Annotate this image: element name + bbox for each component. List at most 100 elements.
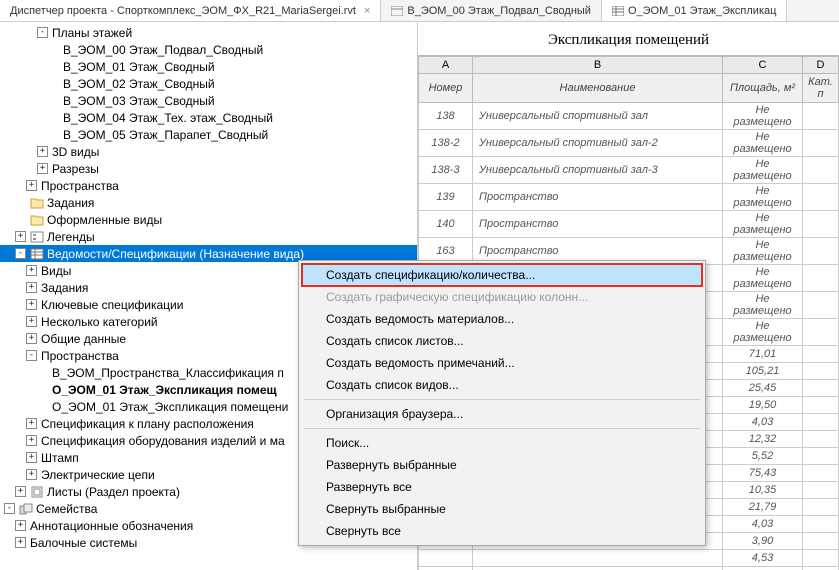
collapse-icon[interactable]: - — [15, 248, 26, 259]
menu-item[interactable]: Развернуть выбранные — [302, 454, 702, 476]
cell-number[interactable]: 138 — [419, 103, 473, 130]
cell-area[interactable]: Не размещено — [723, 265, 803, 292]
table-row[interactable]: 138Универсальный спортивный залНе размещ… — [419, 103, 839, 130]
cell-number[interactable]: 139 — [419, 184, 473, 211]
cell-area[interactable]: Не размещено — [723, 130, 803, 157]
table-row[interactable]: 140ПространствоНе размещено — [419, 211, 839, 238]
cell-number[interactable] — [419, 550, 473, 567]
cell-cat[interactable] — [803, 397, 839, 414]
tab-view-2[interactable]: О_ЭОМ_01 Этаж_Экспликац — [602, 0, 787, 21]
expand-icon[interactable]: + — [15, 520, 26, 531]
expand-icon[interactable]: + — [26, 333, 37, 344]
table-row[interactable]: 139ПространствоНе размещено — [419, 184, 839, 211]
close-icon[interactable]: × — [364, 5, 370, 17]
cell-area[interactable]: Не размещено — [723, 211, 803, 238]
expand-icon[interactable]: + — [15, 486, 26, 497]
col-letter[interactable]: D — [803, 57, 839, 74]
cell-cat[interactable] — [803, 448, 839, 465]
table-row[interactable]: 4,53 — [419, 550, 839, 567]
menu-item[interactable]: Организация браузера... — [302, 403, 702, 425]
cell-cat[interactable] — [803, 319, 839, 346]
tree-item[interactable]: +Легенды — [0, 228, 417, 245]
cell-area[interactable]: 5,52 — [723, 448, 803, 465]
cell-number[interactable]: 138-2 — [419, 130, 473, 157]
collapse-icon[interactable]: - — [26, 350, 37, 361]
cell-area[interactable]: 10,35 — [723, 482, 803, 499]
cell-cat[interactable] — [803, 431, 839, 448]
expand-icon[interactable]: + — [26, 316, 37, 327]
cell-cat[interactable] — [803, 184, 839, 211]
cell-cat[interactable] — [803, 346, 839, 363]
tree-item[interactable]: +Пространства — [0, 177, 417, 194]
menu-item[interactable]: Создать ведомость материалов... — [302, 308, 702, 330]
col-letter[interactable]: B — [473, 57, 723, 74]
cell-area[interactable]: Не размещено — [723, 184, 803, 211]
cell-number[interactable]: 138-3 — [419, 157, 473, 184]
cell-name[interactable]: Универсальный спортивный зал-2 — [473, 130, 723, 157]
cell-cat[interactable] — [803, 292, 839, 319]
expand-icon[interactable]: + — [26, 469, 37, 480]
cell-number[interactable]: 140 — [419, 211, 473, 238]
cell-area[interactable]: 4,03 — [723, 414, 803, 431]
expand-icon[interactable]: + — [26, 299, 37, 310]
col-header-area[interactable]: Площадь, м² — [723, 74, 803, 103]
tree-item[interactable]: В_ЭОМ_02 Этаж_Сводный — [0, 75, 417, 92]
cell-number[interactable] — [419, 567, 473, 570]
tab-view-1[interactable]: В_ЭОМ_00 Этаж_Подвал_Сводный — [381, 0, 602, 21]
expand-icon[interactable]: + — [15, 231, 26, 242]
menu-item[interactable]: Развернуть все — [302, 476, 702, 498]
cell-cat[interactable] — [803, 550, 839, 567]
cell-cat[interactable] — [803, 482, 839, 499]
menu-item[interactable]: Создать ведомость примечаний... — [302, 352, 702, 374]
tree-item[interactable]: В_ЭОМ_01 Этаж_Сводный — [0, 58, 417, 75]
menu-item[interactable]: Создать список листов... — [302, 330, 702, 352]
cell-cat[interactable] — [803, 380, 839, 397]
tree-item[interactable]: Задания — [0, 194, 417, 211]
cell-area[interactable]: 105,21 — [723, 363, 803, 380]
expand-icon[interactable]: + — [26, 435, 37, 446]
collapse-icon[interactable]: - — [4, 503, 15, 514]
cell-area[interactable]: 3,90 — [723, 533, 803, 550]
menu-item[interactable]: Создать спецификацию/количества... — [301, 263, 703, 287]
cell-cat[interactable] — [803, 130, 839, 157]
col-letter[interactable]: A — [419, 57, 473, 74]
cell-cat[interactable] — [803, 238, 839, 265]
cell-name[interactable] — [473, 567, 723, 570]
menu-item[interactable]: Свернуть все — [302, 520, 702, 542]
tree-item[interactable]: В_ЭОМ_05 Этаж_Парапет_Сводный — [0, 126, 417, 143]
col-header-number[interactable]: Номер — [419, 74, 473, 103]
cell-area[interactable]: Не размещено — [723, 238, 803, 265]
cell-cat[interactable] — [803, 465, 839, 482]
cell-cat[interactable] — [803, 103, 839, 130]
cell-area[interactable]: 4,14 — [723, 567, 803, 570]
tree-item[interactable]: Оформленные виды — [0, 211, 417, 228]
expand-icon[interactable]: + — [26, 452, 37, 463]
cell-area[interactable]: 4,53 — [723, 550, 803, 567]
tree-item[interactable]: В_ЭОМ_03 Этаж_Сводный — [0, 92, 417, 109]
cell-area[interactable]: 12,32 — [723, 431, 803, 448]
tree-item[interactable]: +Разрезы — [0, 160, 417, 177]
cell-area[interactable]: Не размещено — [723, 157, 803, 184]
tree-item[interactable]: -Планы этажей — [0, 24, 417, 41]
menu-item[interactable]: Свернуть выбранные — [302, 498, 702, 520]
cell-name[interactable]: Универсальный спортивный зал — [473, 103, 723, 130]
cell-area[interactable]: 4,03 — [723, 516, 803, 533]
expand-icon[interactable]: + — [26, 180, 37, 191]
cell-name[interactable]: Пространство — [473, 211, 723, 238]
expand-icon[interactable]: + — [37, 146, 48, 157]
cell-area[interactable]: Не размещено — [723, 292, 803, 319]
cell-name[interactable]: Пространство — [473, 184, 723, 211]
tree-item[interactable]: +3D виды — [0, 143, 417, 160]
cell-area[interactable]: 71,01 — [723, 346, 803, 363]
cell-area[interactable]: 75,43 — [723, 465, 803, 482]
menu-item[interactable]: Поиск... — [302, 432, 702, 454]
table-row[interactable]: 4,14 — [419, 567, 839, 570]
cell-cat[interactable] — [803, 157, 839, 184]
cell-cat[interactable] — [803, 567, 839, 570]
expand-icon[interactable]: + — [15, 537, 26, 548]
tab-project-browser[interactable]: Диспетчер проекта - Спорткомплекс_ЭОМ_ФХ… — [0, 0, 381, 21]
cell-area[interactable]: 19,50 — [723, 397, 803, 414]
expand-icon[interactable]: + — [26, 265, 37, 276]
cell-cat[interactable] — [803, 211, 839, 238]
collapse-icon[interactable]: - — [37, 27, 48, 38]
